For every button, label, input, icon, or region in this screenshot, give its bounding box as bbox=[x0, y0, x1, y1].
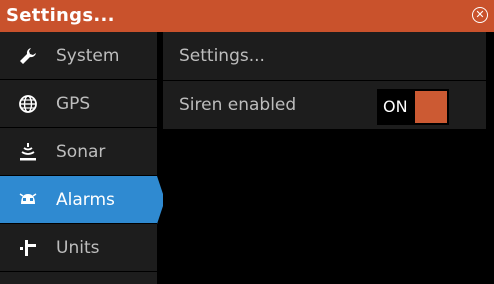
sidebar-item-label: System bbox=[56, 46, 120, 66]
settings-window: Settings... ✕ System GPS Sonar Alarms Un… bbox=[0, 0, 494, 284]
settings-panel: Settings... Siren enabled ON bbox=[163, 32, 494, 284]
toggle-knob bbox=[415, 91, 447, 123]
sidebar-item-system[interactable]: System bbox=[0, 32, 157, 80]
sidebar-item-label: Alarms bbox=[56, 190, 115, 210]
title-bar: Settings... ✕ bbox=[0, 0, 494, 32]
sidebar-item-gps[interactable]: GPS bbox=[0, 80, 157, 128]
siren-row[interactable]: Siren enabled ON bbox=[163, 81, 486, 129]
window-title: Settings... bbox=[6, 5, 115, 26]
window-body: System GPS Sonar Alarms Units Settings..… bbox=[0, 32, 494, 284]
units-icon bbox=[20, 240, 36, 256]
siren-toggle[interactable]: ON bbox=[377, 89, 449, 125]
sidebar-item-alarms[interactable]: Alarms bbox=[0, 176, 165, 224]
close-icon: ✕ bbox=[475, 8, 485, 21]
siren-label: Siren enabled bbox=[179, 95, 297, 115]
sidebar-item-label: Sonar bbox=[56, 142, 106, 162]
toggle-state-text: ON bbox=[383, 97, 408, 116]
alarm-icon bbox=[19, 193, 37, 204]
sidebar: System GPS Sonar Alarms Units bbox=[0, 32, 165, 284]
sidebar-item-sonar[interactable]: Sonar bbox=[0, 128, 157, 176]
sonar-icon bbox=[20, 143, 36, 161]
settings-row-label: Settings... bbox=[179, 46, 265, 66]
sidebar-item-units[interactable]: Units bbox=[0, 224, 157, 272]
sidebar-item-label: GPS bbox=[56, 94, 91, 114]
settings-row[interactable]: Settings... bbox=[163, 32, 486, 80]
wrench-icon bbox=[20, 48, 36, 64]
sidebar-item-label: Units bbox=[56, 238, 100, 258]
globe-icon bbox=[19, 95, 37, 113]
close-button[interactable]: ✕ bbox=[472, 7, 488, 23]
